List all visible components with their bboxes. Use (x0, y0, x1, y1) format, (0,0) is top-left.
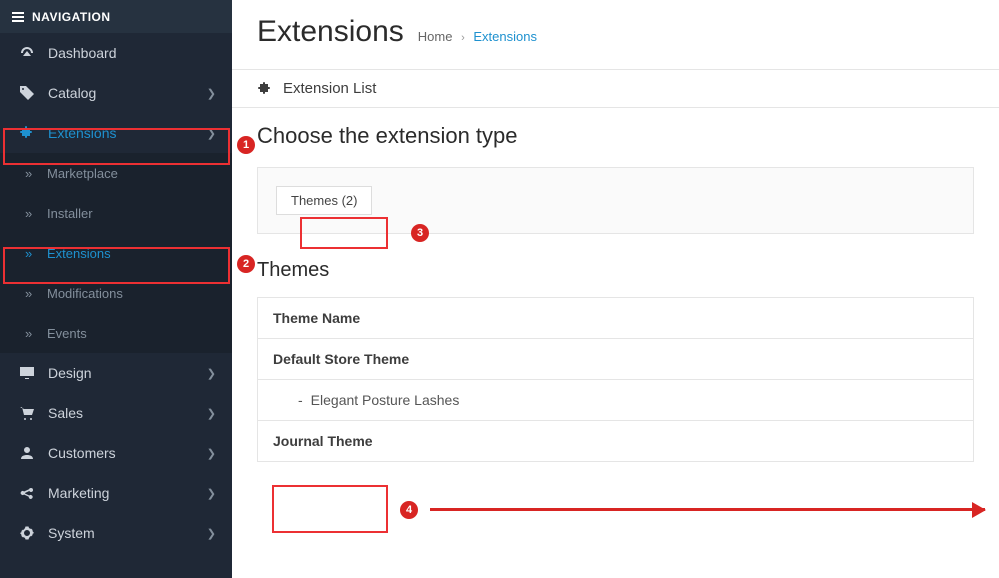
themes-heading: Themes (257, 259, 974, 282)
annotation-badge: 4 (400, 501, 418, 519)
sidebar-item-design[interactable]: Design ❯ (0, 353, 232, 393)
sidebar-subitem-label: Modifications (47, 286, 123, 301)
table-row: -Elegant Posture Lashes (258, 380, 974, 421)
sidebar-item-marketing[interactable]: Marketing ❯ (0, 473, 232, 513)
sidebar-subitem-events[interactable]: » Events (0, 313, 232, 353)
puzzle-icon (16, 125, 38, 141)
theme-name-cell: Default Store Theme (258, 339, 974, 380)
sidebar-item-system[interactable]: System ❯ (0, 513, 232, 553)
store-name-cell: -Elegant Posture Lashes (258, 380, 974, 421)
chevron-double-icon: » (25, 326, 47, 341)
chevron-double-icon: » (25, 246, 47, 261)
choose-type-heading: Choose the extension type (257, 123, 974, 149)
sidebar-item-label: Extensions (48, 125, 207, 141)
sidebar-item-catalog[interactable]: Catalog ❯ (0, 73, 232, 113)
annotation-badge: 1 (237, 136, 255, 154)
chevron-double-icon: » (25, 286, 47, 301)
nav-list: Dashboard Catalog ❯ Extensions ❯ » Marke… (0, 33, 232, 553)
sidebar-item-label: System (48, 525, 207, 541)
sidebar-subitem-label: Extensions (47, 246, 111, 261)
annotation-badge: 3 (411, 224, 429, 242)
breadcrumb-current[interactable]: Extensions (473, 29, 537, 44)
dashboard-icon (16, 45, 38, 61)
hamburger-icon[interactable] (12, 12, 24, 22)
sidebar-subitem-label: Installer (47, 206, 93, 221)
chevron-right-icon: ❯ (207, 527, 216, 540)
main-content: Extensions Home › Extensions Extension L… (232, 0, 999, 578)
chevron-right-icon: ❯ (207, 447, 216, 460)
sidebar-subitem-modifications[interactable]: » Modifications (0, 273, 232, 313)
sidebar-item-label: Marketing (48, 485, 207, 501)
user-icon (16, 445, 38, 461)
page-header: Extensions Home › Extensions (232, 0, 999, 69)
chevron-right-icon: ❯ (207, 367, 216, 380)
monitor-icon (16, 365, 38, 381)
breadcrumb-home[interactable]: Home (418, 29, 453, 44)
annotation-badge: 2 (237, 255, 255, 273)
sidebar-item-label: Sales (48, 405, 207, 421)
sidebar-item-label: Design (48, 365, 207, 381)
sidebar-item-label: Customers (48, 445, 207, 461)
panel-heading-label: Extension List (283, 80, 376, 97)
sidebar-item-label: Dashboard (48, 45, 216, 61)
extension-type-select[interactable]: Themes (2) (276, 186, 372, 215)
extension-type-selected: Themes (2) (291, 193, 357, 208)
chevron-right-icon: ❯ (207, 407, 216, 420)
sidebar-subitem-extensions[interactable]: » Extensions (0, 233, 232, 273)
share-icon (16, 485, 38, 501)
extension-panel: Extension List Choose the extension type… (232, 69, 999, 477)
chevron-right-icon: ❯ (207, 487, 216, 500)
table-row: Default Store Theme (258, 339, 974, 380)
panel-heading: Extension List (232, 70, 999, 108)
breadcrumb-separator: › (461, 32, 465, 44)
nav-header: NAVIGATION (0, 0, 232, 33)
page-title: Extensions (257, 15, 404, 49)
table-row: Journal Theme (258, 421, 974, 462)
sidebar-item-customers[interactable]: Customers ❯ (0, 433, 232, 473)
store-name: Elegant Posture Lashes (311, 392, 460, 408)
tag-icon (16, 85, 38, 101)
sidebar-item-sales[interactable]: Sales ❯ (0, 393, 232, 433)
puzzle-icon (257, 81, 273, 97)
sidebar: NAVIGATION Dashboard Catalog ❯ Ex (0, 0, 232, 578)
sidebar-subitem-marketplace[interactable]: » Marketplace (0, 153, 232, 193)
sidebar-subitem-installer[interactable]: » Installer (0, 193, 232, 233)
sidebar-item-dashboard[interactable]: Dashboard (0, 33, 232, 73)
theme-name-cell: Journal Theme (258, 421, 974, 462)
gear-icon (16, 525, 38, 541)
chevron-right-icon: ❯ (207, 87, 216, 100)
col-theme-name: Theme Name (258, 298, 974, 339)
extension-type-box: Themes (2) (257, 167, 974, 234)
chevron-right-icon: ❯ (207, 127, 216, 140)
cart-icon (16, 405, 38, 421)
chevron-double-icon: » (25, 206, 47, 221)
themes-table: Theme Name Default Store Theme -Elegant … (257, 297, 974, 462)
sidebar-subitem-label: Events (47, 326, 87, 341)
breadcrumb: Home › Extensions (418, 29, 537, 44)
nav-header-label: NAVIGATION (32, 10, 111, 24)
sidebar-subitem-label: Marketplace (47, 166, 118, 181)
sidebar-item-label: Catalog (48, 85, 207, 101)
chevron-double-icon: » (25, 166, 47, 181)
sidebar-item-extensions[interactable]: Extensions ❯ (0, 113, 232, 153)
